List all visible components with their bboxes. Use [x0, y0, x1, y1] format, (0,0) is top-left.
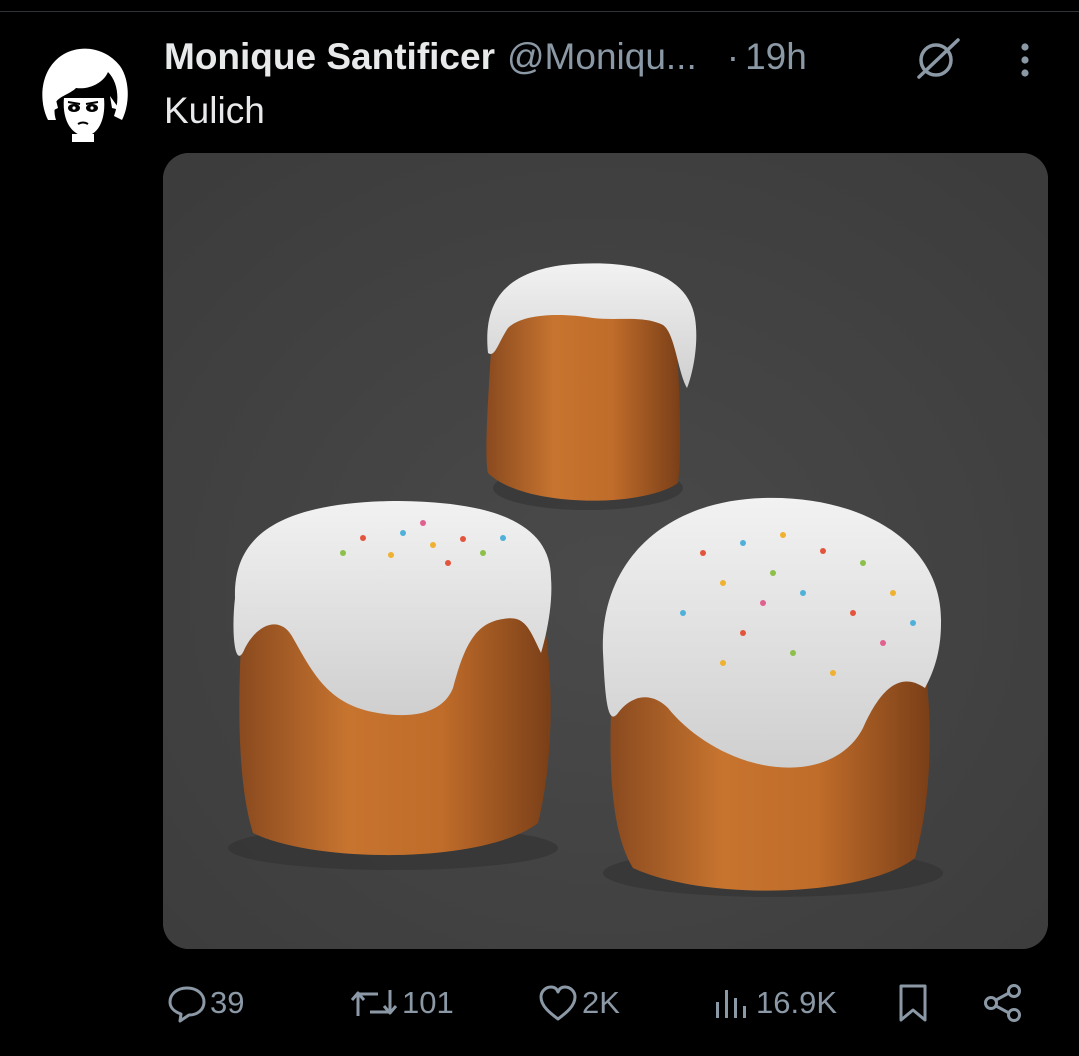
kulich-cakes-image — [163, 153, 1048, 949]
bookmark-button[interactable] — [894, 975, 932, 1031]
top-divider — [0, 11, 1079, 12]
grok-icon[interactable] — [914, 36, 962, 80]
views-count: 16.9K — [756, 985, 838, 1020]
repost-count: 101 — [402, 985, 454, 1020]
more-options-icon[interactable] — [1010, 40, 1040, 80]
reply-icon — [168, 986, 206, 1023]
tweet-action-bar: 39 101 2K 16.9K — [0, 975, 1079, 1031]
views-icon — [716, 990, 746, 1018]
share-button[interactable] — [982, 975, 1024, 1031]
heart-icon — [539, 985, 577, 1021]
tweet-header: Monique Santificer @Moniqu... · 19h — [164, 34, 807, 80]
reply-count: 39 — [210, 985, 245, 1020]
time-separator: · — [726, 36, 740, 77]
bookmark-icon — [899, 984, 927, 1022]
reply-button[interactable]: 39 — [166, 975, 244, 1031]
repost-icon — [350, 990, 398, 1016]
repost-button[interactable]: 101 — [348, 975, 454, 1031]
cartoon-girl-avatar-icon — [33, 41, 133, 142]
author-display-name[interactable]: Monique Santificer — [164, 34, 495, 80]
author-handle[interactable]: @Moniqu... — [507, 34, 697, 80]
views-button[interactable]: 16.9K — [712, 975, 837, 1031]
author-avatar[interactable] — [30, 38, 136, 144]
like-button[interactable]: 2K — [536, 975, 620, 1031]
tweet-text: Kulich — [164, 90, 265, 131]
share-icon — [984, 984, 1021, 1022]
tweet-media-image[interactable] — [163, 153, 1048, 949]
like-count: 2K — [582, 985, 620, 1020]
post-time[interactable]: 19h — [745, 34, 807, 80]
